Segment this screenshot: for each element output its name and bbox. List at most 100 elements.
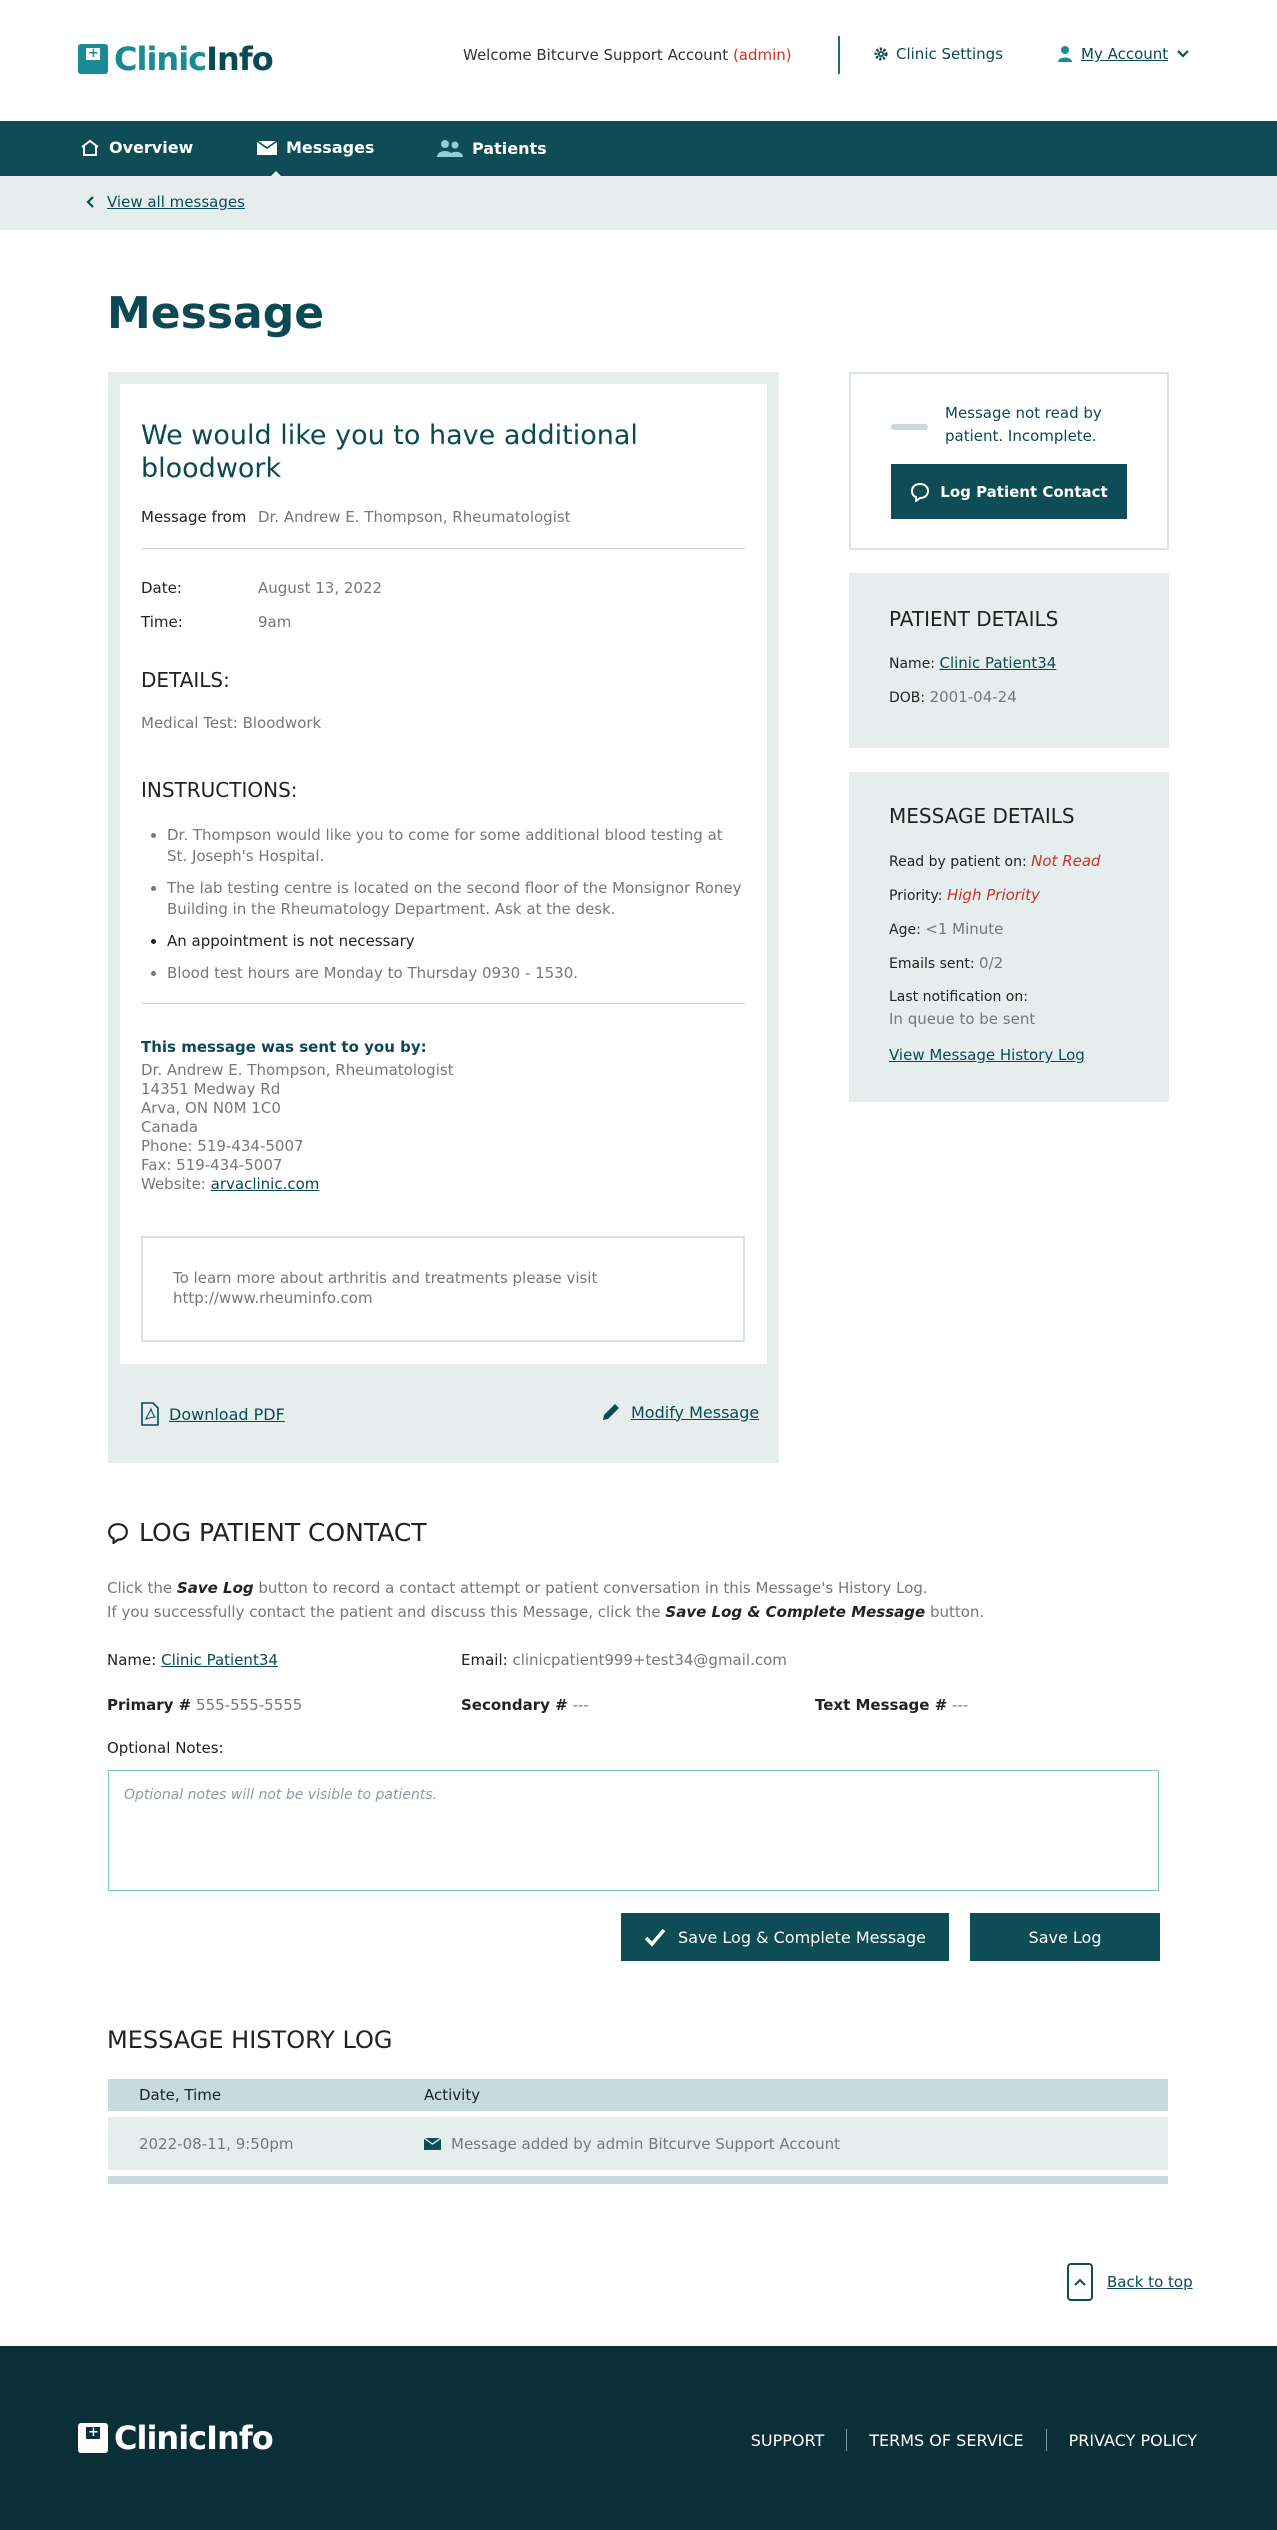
my-account-menu[interactable]: My Account	[1057, 45, 1190, 63]
my-account-link[interactable]: My Account	[1081, 45, 1168, 63]
speech-bubble-icon	[108, 1522, 128, 1544]
contact-name-link[interactable]: Clinic Patient34	[161, 1651, 278, 1669]
message-date: Date: August 13, 2022	[141, 579, 383, 597]
history-heading: MESSAGE HISTORY LOG	[107, 2026, 393, 2054]
last-notification-value: In queue to be sent	[889, 1010, 1036, 1028]
message-age: Age: <1 Minute	[889, 920, 1004, 938]
nav-patients[interactable]: Patients	[437, 138, 547, 158]
list-item: Dr. Thompson would like you to come for …	[167, 825, 742, 867]
col-activity-header: Activity	[424, 2086, 481, 2104]
list-item: An appointment is not necessary	[167, 931, 742, 952]
table-header: Date, Time Activity	[108, 2079, 1168, 2111]
download-pdf-link[interactable]: Download PDF	[141, 1402, 285, 1426]
website-link[interactable]: arvaclinic.com	[211, 1175, 320, 1193]
view-all-messages-link[interactable]: View all messages	[86, 193, 245, 211]
message-time: Time: 9am	[141, 613, 292, 631]
nav-messages[interactable]: Messages	[257, 138, 374, 180]
modify-message-link[interactable]: Modify Message	[601, 1402, 759, 1422]
message-card: We would like you to have additional blo…	[108, 372, 779, 1463]
chevron-down-icon	[1177, 50, 1189, 58]
table-row: 2022-08-11, 9:50pm Message added by admi…	[108, 2117, 1168, 2170]
row-activity: Message added by admin Bitcurve Support …	[424, 2135, 840, 2153]
message-details-panel: MESSAGE DETAILS Read by patient on: Not …	[849, 772, 1169, 1102]
log-contact-description: Click the Save Log button to record a co…	[107, 1579, 985, 1621]
status-text: Message not read by patient. Incomplete.	[945, 404, 1102, 445]
header-divider	[838, 36, 840, 74]
chevron-left-icon	[86, 196, 94, 208]
contact-name: Name: Clinic Patient34	[107, 1651, 278, 1669]
details-text: Medical Test: Bloodwork	[141, 714, 322, 732]
instructions-list: Dr. Thompson would like you to come for …	[167, 825, 742, 995]
message-details-heading: MESSAGE DETAILS	[889, 804, 1075, 828]
logo-icon: +	[78, 44, 108, 74]
page-title: Message	[107, 288, 325, 339]
footer-links: SUPPORT TERMS OF SERVICE PRIVACY POLICY	[751, 2429, 1197, 2451]
history-table: Date, Time Activity 2022-08-11, 9:50pm M…	[108, 2079, 1168, 2184]
pencil-icon	[603, 1404, 619, 1420]
checkmark-icon	[644, 1928, 666, 1947]
gear-icon	[874, 47, 888, 61]
status-card: Message not read by patient. Incomplete.…	[849, 372, 1169, 550]
log-patient-contact-button[interactable]: Log Patient Contact	[891, 464, 1127, 519]
footer-privacy-link[interactable]: PRIVACY POLICY	[1069, 2431, 1197, 2450]
patient-name-link[interactable]: Clinic Patient34	[939, 654, 1056, 672]
message-title: We would like you to have additional blo…	[141, 420, 638, 484]
envelope-icon	[424, 2137, 441, 2150]
subnav: View all messages	[0, 176, 1277, 230]
speech-bubble-icon	[911, 482, 930, 502]
optional-notes-textarea[interactable]: Optional notes will not be visible to pa…	[108, 1770, 1159, 1891]
text-message-number: Text Message # ---	[815, 1696, 969, 1714]
save-log-complete-button[interactable]: Save Log & Complete Message	[621, 1913, 949, 1961]
nav-overview[interactable]: Overview	[80, 138, 193, 157]
row-date: 2022-08-11, 9:50pm	[139, 2134, 294, 2153]
patient-name: Name: Clinic Patient34	[889, 654, 1057, 672]
message-from: Message from Dr. Andrew E. Thompson, Rhe…	[141, 508, 571, 526]
footer-separator	[846, 2429, 848, 2451]
main-nav: Overview Messages Patients	[0, 121, 1277, 180]
notes-label: Optional Notes:	[107, 1739, 224, 1757]
history-log-link-wrap: View Message History Log	[889, 1046, 1085, 1064]
instructions-heading: INSTRUCTIONS:	[141, 778, 298, 802]
divider	[141, 1003, 745, 1004]
clinicinfo-logo[interactable]: + ClinicInfo	[78, 40, 274, 78]
details-heading: DETAILS:	[141, 668, 230, 692]
col-date-header: Date, Time	[139, 2086, 222, 2104]
priority: Priority: High Priority	[889, 886, 1040, 904]
save-log-button[interactable]: Save Log	[970, 1913, 1160, 1961]
back-to-top-link[interactable]: Back to top	[1067, 2263, 1193, 2301]
last-notification-label: Last notification on:	[889, 989, 1028, 1005]
pdf-file-icon	[141, 1402, 159, 1426]
site-footer: + ClinicInfo SUPPORT TERMS OF SERVICE PR…	[0, 2346, 1277, 2530]
site-header: + ClinicInfo Welcome Bitcurve Support Ac…	[0, 0, 1277, 121]
back-to-top-icon	[1067, 2263, 1093, 2301]
log-contact-heading: LOG PATIENT CONTACT	[107, 1518, 427, 1547]
divider	[141, 548, 745, 549]
secondary-phone: Secondary # ---	[461, 1696, 589, 1714]
sender-address: Dr. Andrew E. Thompson, Rheumatologist 1…	[141, 1061, 454, 1193]
sent-by-heading: This message was sent to you by:	[141, 1038, 427, 1056]
list-item: The lab testing centre is located on the…	[167, 878, 742, 920]
table-footer	[108, 2176, 1168, 2184]
footer-support-link[interactable]: SUPPORT	[751, 2431, 824, 2450]
contact-email: Email: clinicpatient999+test34@gmail.com	[461, 1651, 787, 1669]
list-item: Blood test hours are Monday to Thursday …	[167, 963, 742, 984]
patient-details-heading: PATIENT DETAILS	[889, 607, 1059, 631]
patient-details-panel: PATIENT DETAILS Name: Clinic Patient34 D…	[849, 573, 1169, 748]
footer-terms-link[interactable]: TERMS OF SERVICE	[869, 2431, 1023, 2450]
welcome-text: Welcome Bitcurve Support Account (admin)	[463, 46, 792, 64]
primary-phone: Primary # 555-555-5555	[107, 1696, 303, 1714]
emails-sent: Emails sent: 0/2	[889, 954, 1004, 972]
user-icon	[1058, 46, 1072, 62]
info-notice: To learn more about arthritis and treatm…	[141, 1236, 745, 1342]
status-indicator	[891, 424, 928, 430]
envelope-icon	[257, 140, 277, 155]
logo-icon: +	[78, 2423, 108, 2453]
footer-logo[interactable]: + ClinicInfo	[78, 2419, 274, 2457]
message-body: We would like you to have additional blo…	[120, 384, 767, 1364]
patient-dob: DOB: 2001-04-24	[889, 688, 1017, 706]
footer-separator	[1045, 2429, 1047, 2451]
clinic-settings-link[interactable]: Clinic Settings	[873, 45, 1003, 63]
read-status: Read by patient on: Not Read	[889, 852, 1101, 870]
view-history-log-link[interactable]: View Message History Log	[889, 1046, 1085, 1064]
users-icon	[437, 140, 463, 157]
